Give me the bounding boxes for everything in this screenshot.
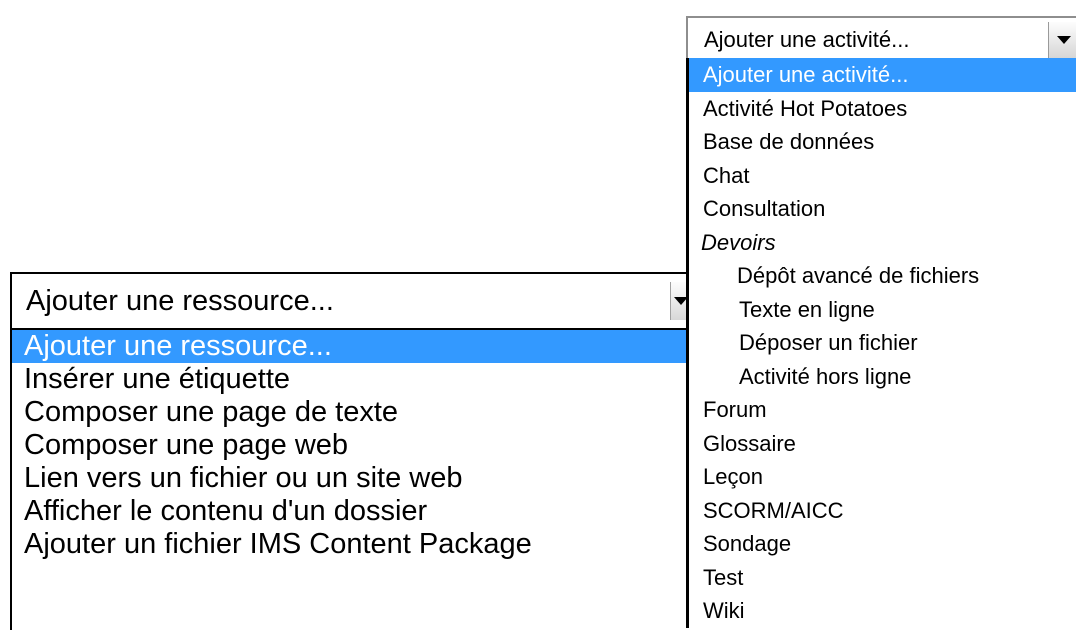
resource-select-value: Ajouter une ressource...	[26, 285, 334, 317]
resource-option-folder[interactable]: Afficher le contenu d'un dossier	[12, 495, 690, 528]
activity-option-wiki[interactable]: Wiki	[689, 594, 1076, 628]
activity-option-consultation[interactable]: Consultation	[689, 192, 1076, 226]
activity-option-survey[interactable]: Sondage	[689, 527, 1076, 561]
resource-option-add[interactable]: Ajouter une ressource...	[12, 330, 690, 363]
activity-option-add[interactable]: Ajouter une activité...	[689, 58, 1076, 92]
activity-option-glossary[interactable]: Glossaire	[689, 427, 1076, 461]
activity-select[interactable]: Ajouter une activité...	[686, 16, 1076, 62]
activity-option-scorm[interactable]: SCORM/AICC	[689, 494, 1076, 528]
activity-option-quiz[interactable]: Test	[689, 561, 1076, 595]
activity-option-advanced-upload[interactable]: Dépôt avancé de fichiers	[689, 259, 1076, 293]
activity-option-forum[interactable]: Forum	[689, 393, 1076, 427]
activity-option-lesson[interactable]: Leçon	[689, 460, 1076, 494]
activity-option-database[interactable]: Base de données	[689, 125, 1076, 159]
activity-optgroup-devoirs: Devoirs	[701, 229, 776, 255]
resource-select[interactable]: Ajouter une ressource...	[10, 272, 690, 330]
resource-options-list: Ajouter une ressource... Insérer une éti…	[10, 330, 690, 630]
resource-option-text-page[interactable]: Composer une page de texte	[12, 396, 690, 429]
activity-option-online-text[interactable]: Texte en ligne	[689, 293, 1076, 327]
resource-option-link[interactable]: Lien vers un fichier ou un site web	[12, 462, 690, 495]
resource-option-web-page[interactable]: Composer une page web	[12, 429, 690, 462]
activity-option-chat[interactable]: Chat	[689, 159, 1076, 193]
resource-option-label[interactable]: Insérer une étiquette	[12, 363, 690, 396]
chevron-down-icon[interactable]	[1048, 22, 1076, 58]
activity-option-hot-potatoes[interactable]: Activité Hot Potatoes	[689, 92, 1076, 126]
activity-option-upload-file[interactable]: Déposer un fichier	[689, 326, 1076, 360]
activity-options-list: Ajouter une activité... Activité Hot Pot…	[686, 58, 1076, 628]
activity-option-offline[interactable]: Activité hors ligne	[689, 360, 1076, 394]
resource-option-ims-package[interactable]: Ajouter un fichier IMS Content Package	[12, 528, 690, 561]
activity-select-value: Ajouter une activité...	[704, 27, 910, 52]
